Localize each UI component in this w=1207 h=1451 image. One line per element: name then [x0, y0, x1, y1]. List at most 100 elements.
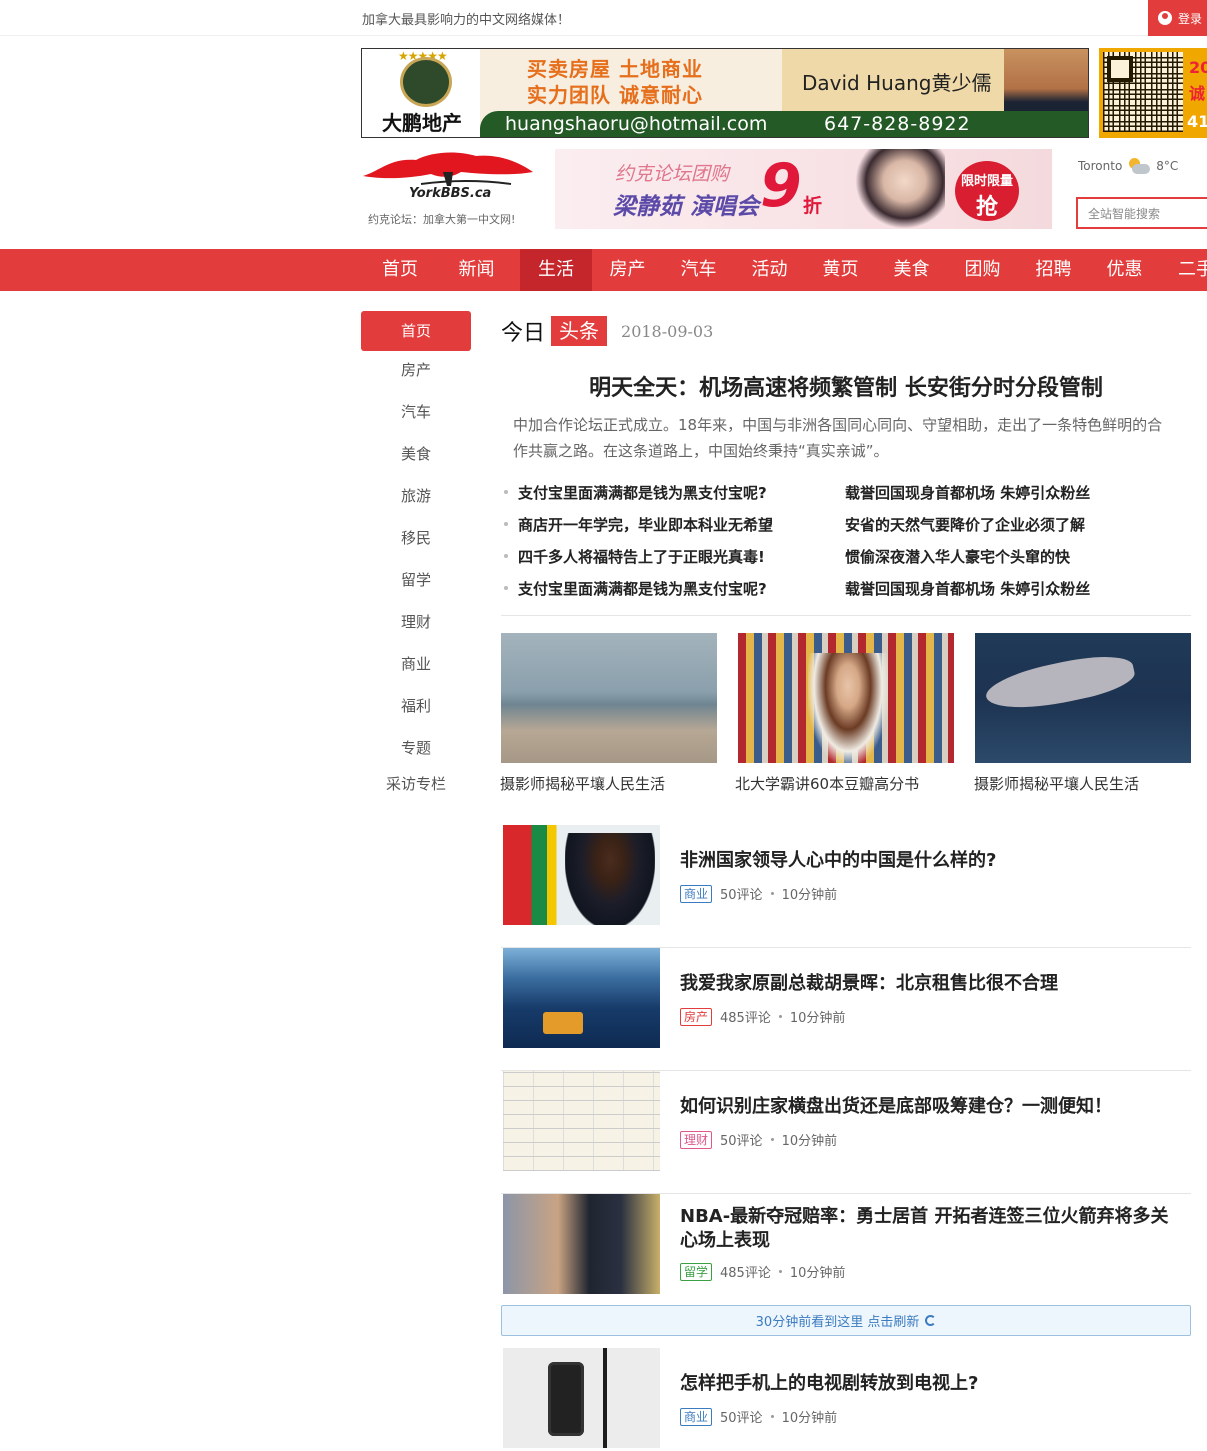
hot-link[interactable]: 载誉回国现身首都机场 朱婷引众粉丝: [845, 574, 1090, 604]
nav-item-groupbuy[interactable]: 团购: [947, 249, 1018, 291]
comment-count[interactable]: 50评论: [720, 1130, 763, 1149]
left-menu-item-food[interactable]: 美食: [361, 434, 471, 474]
left-menu-item-study-abroad[interactable]: 留学: [361, 560, 471, 600]
feed-title[interactable]: 我爱我家原副总裁胡景晖：北京租售比很不合理: [680, 972, 1180, 996]
qr-code-icon: [1103, 52, 1183, 132]
promo-badge-top: 限时限量: [960, 174, 1013, 189]
site-wordmark: YorkBBS.ca: [409, 186, 492, 201]
hot-link[interactable]: 支付宝里面满满都是钱为黑支付宝呢?: [518, 574, 767, 604]
photo-caption[interactable]: 北大学霸讲60本豆瓣高分书: [735, 773, 919, 794]
nav-item-life[interactable]: 生活: [520, 249, 592, 291]
weather-widget: Toronto 8°C: [1078, 157, 1178, 175]
nav-item-yellowpages[interactable]: 黄页: [805, 249, 876, 291]
promo-title: 约克论坛团购: [615, 163, 730, 185]
hot-link[interactable]: 安省的天然气要降价了企业必须了解: [845, 510, 1085, 540]
nav-item-news[interactable]: 新闻: [439, 249, 514, 291]
concert-promo-ad[interactable]: 约克论坛团购 梁静茹 演唱会 9 折 限时限量 抢: [555, 149, 1052, 229]
dot-separator: [770, 1138, 774, 1141]
feed-thumbnail[interactable]: [503, 1194, 660, 1294]
toutiao-badge: 头条: [551, 316, 608, 346]
category-tag[interactable]: 理财: [680, 1130, 713, 1149]
comment-count[interactable]: 50评论: [720, 1407, 763, 1426]
hot-link[interactable]: 支付宝里面满满都是钱为黑支付宝呢?: [518, 478, 767, 508]
feed-meta: 商业 50评论 10分钟前: [680, 1407, 837, 1426]
feed-item[interactable]: 我爱我家原副总裁胡景晖：北京租售比很不合理 房产 485评论 10分钟前: [501, 948, 1191, 1071]
nav-item-home[interactable]: 首页: [361, 249, 439, 291]
left-menu-item-immigration[interactable]: 移民: [361, 518, 471, 558]
hot-link[interactable]: 载誉回国现身首都机场 朱婷引众粉丝: [845, 478, 1090, 508]
left-menu-item-travel[interactable]: 旅游: [361, 476, 471, 516]
dot-separator: [778, 1015, 782, 1018]
photo-library[interactable]: [738, 633, 954, 763]
refresh-feed-button[interactable]: 30分钟前看到这里 点击刷新: [501, 1305, 1191, 1336]
photo-caption[interactable]: 摄影师揭秘平壤人民生活: [974, 773, 1139, 794]
headline-date: 2018-09-03: [621, 321, 714, 341]
left-menu-item-topics[interactable]: 专题: [361, 728, 471, 768]
singer-photo: [855, 149, 945, 229]
hot-link[interactable]: 四千多人将福特告上了于正眼光真毒!: [518, 542, 765, 572]
left-menu-item-realestate[interactable]: 房产: [361, 350, 471, 390]
feed-thumbnail[interactable]: [503, 948, 660, 1048]
feed-thumbnail[interactable]: [503, 1071, 660, 1171]
site-slogan: 加拿大最具影响力的中文网络媒体！: [362, 13, 571, 28]
left-menu-item-welfare[interactable]: 福利: [361, 686, 471, 726]
feed-thumbnail[interactable]: [503, 1348, 660, 1448]
hot-link[interactable]: 惯偷深夜潜入华人豪宅个头窜的快: [845, 542, 1070, 572]
comment-count[interactable]: 485评论: [720, 1262, 771, 1281]
ad-brand: 大鹏地产: [382, 111, 462, 135]
left-menu-item-home[interactable]: 首页: [361, 311, 471, 351]
homelife-emblem-icon: [400, 57, 452, 107]
nav-item-secondhand[interactable]: 二手: [1160, 249, 1207, 291]
promo-badge: 限时限量 抢: [955, 161, 1019, 221]
login-button[interactable]: 登录: [1148, 0, 1207, 36]
feed-title[interactable]: NBA-最新夺冠赔率：勇士居首 开拓者连签三位火箭弃将多关心场上表现: [680, 1205, 1180, 1253]
feed-title[interactable]: 非洲国家领导人心中的中国是什么样的?: [680, 849, 1180, 873]
nav-item-jobs[interactable]: 招聘: [1018, 249, 1089, 291]
photo-beach[interactable]: [501, 633, 717, 763]
feed-title[interactable]: 怎样把手机上的电视剧转放到电视上?: [680, 1372, 1180, 1396]
feed-title[interactable]: 如何识别庄家横盘出货还是底部吸筹建仓？一测便知！: [680, 1095, 1180, 1119]
realestate-banner-ad[interactable]: ★★★★★ 大鹏地产 买卖房屋 土地商业 实力团队 诚意耐心 David Hua…: [361, 48, 1089, 138]
divider: [501, 615, 1191, 616]
headline-summary: 中加合作论坛正式成立。18年来，中国与非洲各国同心同向、守望相助，走出了一条特色…: [513, 416, 1163, 460]
category-tag[interactable]: 商业: [680, 1407, 713, 1426]
nav-item-events[interactable]: 活动: [734, 249, 805, 291]
nav-item-food[interactable]: 美食: [876, 249, 947, 291]
side-ad-text-1: 20: [1189, 58, 1207, 77]
bullet-icon: [504, 586, 508, 590]
post-time: 10分钟前: [789, 1011, 846, 1026]
feed-meta: 理财 50评论 10分钟前: [680, 1130, 837, 1149]
refresh-icon: [925, 1315, 937, 1326]
photo-dolphin[interactable]: [975, 633, 1191, 763]
search-input[interactable]: 全站智能搜索: [1076, 197, 1207, 229]
photo-caption[interactable]: 摄影师揭秘平壤人民生活: [500, 773, 665, 794]
side-qr-ad[interactable]: 20 诚 41: [1099, 48, 1207, 138]
comment-count[interactable]: 485评论: [720, 1007, 771, 1026]
nav-item-deals[interactable]: 优惠: [1089, 249, 1160, 291]
side-ad-text-2: 诚: [1189, 84, 1206, 103]
category-tag[interactable]: 商业: [680, 884, 713, 903]
left-menu-item-business[interactable]: 商业: [361, 644, 471, 684]
headline-title[interactable]: 明天全天：机场高速将频繁管制 长安街分时分段管制: [501, 370, 1191, 402]
partly-cloudy-icon: [1128, 157, 1151, 175]
category-tag[interactable]: 房产: [680, 1007, 713, 1026]
today-headline-label: 今日 头条 2018-09-03: [501, 316, 713, 346]
left-menu-item-interviews[interactable]: 采访专栏: [361, 764, 471, 804]
category-tag[interactable]: 留学: [680, 1262, 713, 1281]
ad-slogan-1: 买卖房屋 土地商业: [527, 57, 703, 81]
feed-item[interactable]: NBA-最新夺冠赔率：勇士居首 开拓者连签三位火箭弃将多关心场上表现 留学 48…: [501, 1194, 1191, 1317]
feed-item[interactable]: 怎样把手机上的电视剧转放到电视上? 商业 50评论 10分钟前: [501, 1348, 1191, 1451]
site-logo[interactable]: YorkBBS.ca: [361, 150, 536, 210]
feed-thumbnail[interactable]: [503, 825, 660, 925]
nav-item-realestate[interactable]: 房产: [592, 249, 663, 291]
agent-name: David Huang黄少儒: [802, 71, 992, 95]
hot-link[interactable]: 商店开一年学完，毕业即本科业无希望: [518, 510, 773, 540]
feed-item[interactable]: 非洲国家领导人心中的中国是什么样的? 商业 50评论 10分钟前: [501, 825, 1191, 948]
main-nav: 首页 新闻 生活 房产 汽车 活动 黄页 美食 团购 招聘 优惠 二手: [0, 249, 1207, 291]
left-menu-item-auto[interactable]: 汽车: [361, 392, 471, 432]
comment-count[interactable]: 50评论: [720, 884, 763, 903]
left-menu-item-finance[interactable]: 理财: [361, 602, 471, 642]
feed-meta: 留学 485评论 10分钟前: [680, 1262, 845, 1281]
feed-item[interactable]: 如何识别庄家横盘出货还是底部吸筹建仓？一测便知！ 理财 50评论 10分钟前: [501, 1071, 1191, 1194]
nav-item-auto[interactable]: 汽车: [663, 249, 734, 291]
